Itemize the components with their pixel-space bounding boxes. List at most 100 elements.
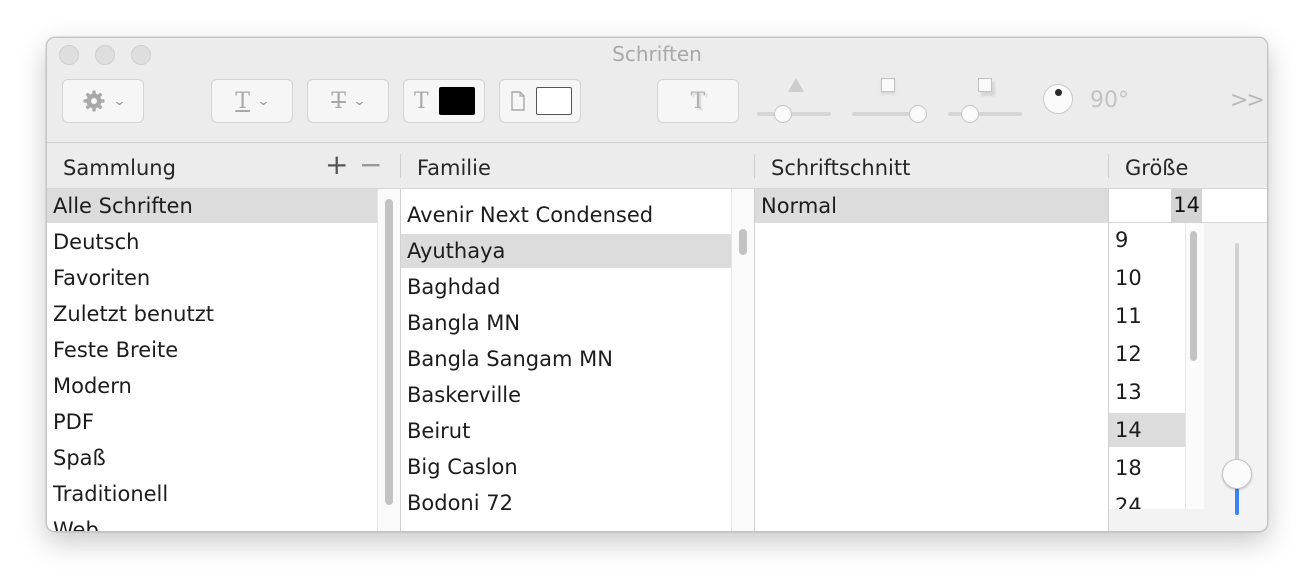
rotation-dial-indicator <box>1055 89 1062 96</box>
size-option[interactable]: 9 <box>1109 223 1185 257</box>
size-option[interactable]: 10 <box>1109 261 1185 295</box>
family-item[interactable]: Beirut <box>401 414 731 448</box>
typeface-item[interactable]: Normal <box>755 189 1108 223</box>
family-item[interactable]: Avenir Next Condensed <box>401 198 731 232</box>
typeface-item-label: Normal <box>761 194 837 218</box>
collection-item-label: Favoriten <box>53 266 151 290</box>
column-divider <box>400 154 401 178</box>
collection-item[interactable]: Modern <box>47 369 377 403</box>
text-color-swatch <box>438 87 475 115</box>
family-item[interactable]: Big Caslon <box>401 450 731 484</box>
shadow-opacity-knob[interactable] <box>774 105 792 123</box>
family-item-label: Bangla MN <box>407 311 521 335</box>
collection-item[interactable]: Deutsch <box>47 225 377 259</box>
collection-item-label: PDF <box>53 410 94 434</box>
size-scrollbar[interactable] <box>1185 223 1204 509</box>
column-header-bar: Sammlung + − Familie Schriftschnitt Größ… <box>47 143 1267 189</box>
family-item[interactable]: Baskerville <box>401 378 731 412</box>
size-list: 9 10 11 12 13 14 18 24 <box>1109 223 1186 509</box>
collection-scrollbar-thumb[interactable] <box>385 199 393 505</box>
shadow-opacity-slider[interactable] <box>757 112 831 116</box>
size-option-label: 11 <box>1115 304 1142 328</box>
shadow-blur-knob[interactable] <box>909 105 927 123</box>
collection-item[interactable]: Favoriten <box>47 261 377 295</box>
typeface-list: Normal <box>755 189 1108 531</box>
action-menu-button[interactable]: ⌄ <box>62 79 144 123</box>
collection-item[interactable]: PDF <box>47 405 377 439</box>
collection-item-label: Alle Schriften <box>53 194 193 218</box>
size-option[interactable]: 18 <box>1109 451 1185 485</box>
size-option[interactable]: 24 <box>1109 489 1185 509</box>
shadow-offset-knob[interactable] <box>961 105 979 123</box>
collection-item-label: Zuletzt benutzt <box>53 302 214 326</box>
chevron-down-icon: ⌄ <box>352 93 367 109</box>
size-field[interactable]: 14 <box>1109 189 1202 223</box>
text-shadow-icon: T <box>690 88 706 114</box>
size-option[interactable]: 12 <box>1109 337 1185 371</box>
family-item[interactable]: Bodoni 72 <box>401 486 731 520</box>
collection-list: Alle Schriften Deutsch Favoriten Zuletzt… <box>47 189 377 531</box>
text-color-icon: T <box>414 88 429 114</box>
chevron-down-icon: ⌄ <box>111 93 127 109</box>
size-option[interactable]: 11 <box>1109 299 1185 333</box>
size-column-header: Größe <box>1125 156 1189 180</box>
collection-item[interactable]: Traditionell <box>47 477 377 511</box>
size-option-label: 24 <box>1115 494 1142 509</box>
size-panel: 14 9 10 11 12 13 14 18 24 <box>1109 189 1267 531</box>
column-divider <box>754 154 755 178</box>
collection-scrollbar[interactable] <box>377 189 401 531</box>
toolbar: Schriften ⌄ T ⌄ T ⌄ T T 90° >> <box>47 38 1267 142</box>
size-option[interactable]: 14 <box>1109 413 1185 447</box>
family-item-label: Baskerville <box>407 383 522 407</box>
add-collection-button[interactable]: + <box>325 151 348 179</box>
text-shadow-button[interactable]: T <box>657 79 739 123</box>
family-column-header: Familie <box>417 156 491 180</box>
size-field-spacer <box>1202 189 1267 223</box>
rotation-dial[interactable] <box>1043 84 1073 114</box>
typeface-column-header: Schriftschnitt <box>771 156 911 180</box>
strikethrough-menu-button[interactable]: T ⌄ <box>307 79 389 123</box>
family-item[interactable]: Ayuthaya <box>401 234 731 268</box>
family-item-label: Avenir Next Condensed <box>407 203 654 227</box>
collection-item[interactable]: Zuletzt benutzt <box>47 297 377 331</box>
collection-item-label: Traditionell <box>53 482 169 506</box>
family-item-label: Big Caslon <box>407 455 518 479</box>
family-item[interactable]: Baghdad <box>401 270 731 304</box>
collection-item-label: Feste Breite <box>53 338 179 362</box>
remove-collection-button[interactable]: − <box>359 151 382 179</box>
family-scrollbar[interactable] <box>731 189 755 531</box>
size-list-bottom <box>1109 509 1185 531</box>
collection-item-label: Modern <box>53 374 132 398</box>
collection-item-label: Web <box>53 518 99 531</box>
size-scrollbar-thumb[interactable] <box>1190 231 1197 361</box>
family-list: Avenir Next Condensed Ayuthaya Baghdad B… <box>401 189 731 531</box>
family-item-label: Ayuthaya <box>407 239 506 263</box>
underline-icon: T <box>235 88 250 114</box>
underline-menu-button[interactable]: T ⌄ <box>211 79 293 123</box>
family-item-label: Bodoni 72 <box>407 491 513 515</box>
gear-icon <box>82 89 106 113</box>
collection-item[interactable]: Feste Breite <box>47 333 377 367</box>
family-item[interactable]: Bangla Sangam MN <box>401 342 731 376</box>
toolbar-overflow-button[interactable]: >> <box>1230 88 1265 113</box>
size-option-label: 9 <box>1115 228 1129 252</box>
size-option-label: 14 <box>1115 418 1142 442</box>
collection-item[interactable]: Web <box>47 513 377 531</box>
collection-item[interactable]: Alle Schriften <box>47 189 377 223</box>
text-color-button[interactable]: T <box>403 79 485 123</box>
family-item-label: Bangla Sangam MN <box>407 347 613 371</box>
shadow-offset-icon <box>978 78 992 92</box>
size-option-label: 10 <box>1115 266 1142 290</box>
size-slider-knob[interactable] <box>1222 459 1252 489</box>
fonts-window: Schriften ⌄ T ⌄ T ⌄ T T 90° >> Sammlung … <box>46 37 1268 532</box>
shadow-offset-slider[interactable] <box>948 112 1022 116</box>
family-item[interactable]: Bangla MN <box>401 306 731 340</box>
collection-item[interactable]: Spaß <box>47 441 377 475</box>
window-title: Schriften <box>612 42 702 66</box>
collection-item-label: Spaß <box>53 446 106 470</box>
size-option-label: 18 <box>1115 456 1142 480</box>
size-option-label: 12 <box>1115 342 1142 366</box>
family-scrollbar-thumb[interactable] <box>739 229 747 255</box>
document-color-button[interactable] <box>499 79 581 123</box>
size-option[interactable]: 13 <box>1109 375 1185 409</box>
